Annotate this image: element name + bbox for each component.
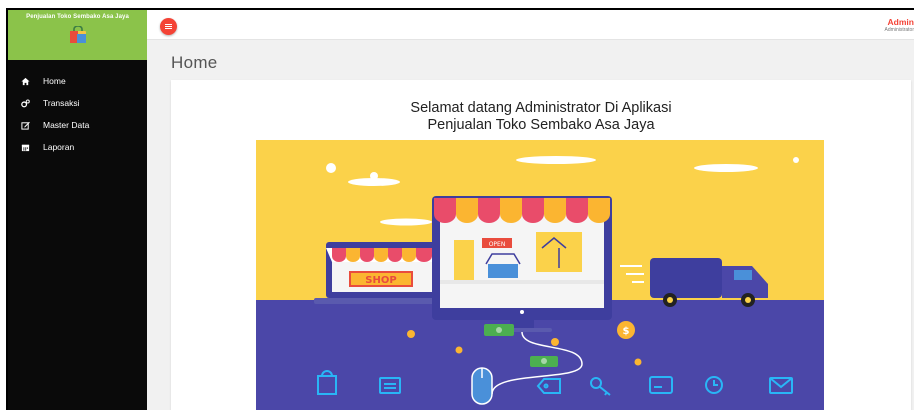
welcome-message: Selamat datang Administrator Di Aplikasi… xyxy=(171,100,911,134)
sidebar-item-label: Laporan xyxy=(43,142,75,152)
user-name[interactable]: Admin xyxy=(888,17,914,27)
sidebar-nav: Home Transaksi Master Data Laporan xyxy=(8,70,147,158)
laptop-shop-icon: SHOP xyxy=(314,242,450,304)
menu-icon xyxy=(165,25,172,28)
sidebar-item-transaksi[interactable]: Transaksi xyxy=(8,92,147,114)
page-title: Home xyxy=(171,53,218,72)
sidebar-item-home[interactable]: Home xyxy=(8,70,147,92)
monitor-shop-icon: OPEN xyxy=(432,196,612,332)
app-window: Penjualan Toko Sembako Asa Jaya Home Tra… xyxy=(6,8,914,410)
coin-sign: $ xyxy=(623,326,630,337)
sidebar-item-master-data[interactable]: Master Data xyxy=(8,114,147,136)
shop-sign: SHOP xyxy=(365,275,396,286)
cogs-icon xyxy=(19,97,31,109)
topbar: Admin Administrator xyxy=(147,10,914,40)
content-card: Selamat datang Administrator Di Aplikasi… xyxy=(171,80,911,410)
user-role: Administrator xyxy=(884,27,914,33)
home-icon xyxy=(19,75,31,87)
open-sign: OPEN xyxy=(489,241,506,248)
sidebar-item-label: Home xyxy=(43,76,66,86)
sidebar-item-label: Transaksi xyxy=(43,98,80,108)
welcome-line-2: Penjualan Toko Sembako Asa Jaya xyxy=(427,117,655,133)
sidebar-item-label: Master Data xyxy=(43,120,90,130)
sidebar-toggle-button[interactable] xyxy=(160,18,177,35)
calendar-icon xyxy=(19,141,31,153)
shopping-bag-logo-icon xyxy=(68,25,88,44)
sidebar: Penjualan Toko Sembako Asa Jaya Home Tra… xyxy=(8,10,147,410)
shop-illustration: SHOP OPEN $ xyxy=(256,140,824,410)
edit-icon xyxy=(19,119,31,131)
sidebar-item-laporan[interactable]: Laporan xyxy=(8,136,147,158)
brand-header: Penjualan Toko Sembako Asa Jaya xyxy=(8,10,147,60)
brand-title: Penjualan Toko Sembako Asa Jaya xyxy=(26,14,129,20)
welcome-line-1: Selamat datang Administrator Di Aplikasi xyxy=(410,100,672,116)
